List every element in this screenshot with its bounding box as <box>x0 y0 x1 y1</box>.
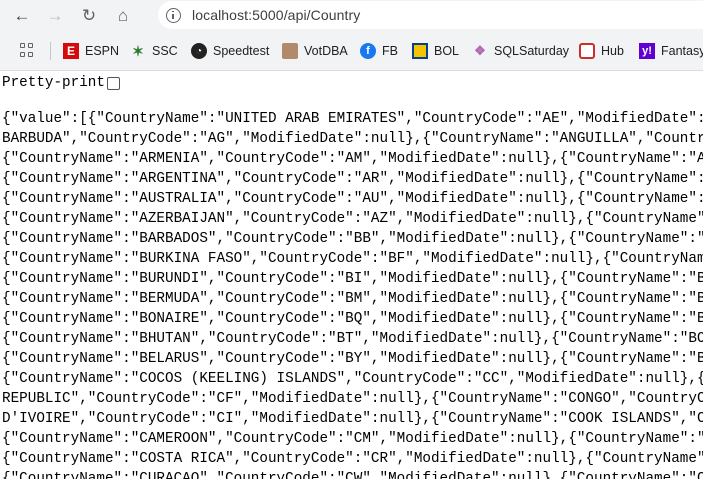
back-arrow-icon[interactable]: ← <box>6 0 38 31</box>
votdba-icon <box>282 43 298 59</box>
bookmark-label: BOL <box>434 44 460 58</box>
json-text-line: {"CountryName":"AZERBAIJAN","CountryCode… <box>2 211 703 227</box>
ssc-icon: ✶ <box>132 42 144 59</box>
bookmark-fantasy[interactable]: y! Fantasy <box>639 40 703 62</box>
json-text-line: BARBUDA","CountryCode":"AG","ModifiedDat… <box>2 131 703 147</box>
bookmark-label: Hub <box>601 44 624 58</box>
json-text-line: {"CountryName":"BERMUDA","CountryCode":"… <box>2 291 703 307</box>
url-text[interactable]: localhost:5000/api/Country <box>192 7 360 23</box>
forward-arrow-icon[interactable]: → <box>38 0 72 31</box>
json-text-line: {"CountryName":"CURACAO","CountryCode":"… <box>2 471 703 479</box>
json-text-line: {"CountryName":"BURUNDI","CountryCode":"… <box>2 271 703 287</box>
json-text-line: {"CountryName":"BELARUS","CountryCode":"… <box>2 351 703 367</box>
json-text-line: {"value":[{"CountryName":"UNITED ARAB EM… <box>2 111 703 127</box>
bookmarks-bar: E ESPN ✶ SSC ◔ Speedtest VotDBA f FB BOL… <box>0 31 703 71</box>
json-text-line: {"CountryName":"COCOS (KEELING) ISLANDS"… <box>2 371 703 387</box>
json-text-line: REPUBLIC","CountryCode":"CF","ModifiedDa… <box>2 391 703 407</box>
json-text-line: D'IVOIRE","CountryCode":"CI","ModifiedDa… <box>2 411 703 427</box>
json-text-line: {"CountryName":"CAMEROON","CountryCode":… <box>2 431 703 447</box>
pretty-print-checkbox[interactable] <box>106 76 120 90</box>
bol-icon <box>412 43 428 59</box>
espn-icon: E <box>63 43 79 59</box>
bookmark-label: ESPN <box>85 44 120 58</box>
json-text-line: {"CountryName":"COSTA RICA","CountryCode… <box>2 451 703 467</box>
hub-icon <box>579 43 595 59</box>
yahoo-fantasy-icon: y! <box>639 43 655 59</box>
json-text-line: {"CountryName":"ARMENIA","CountryCode":"… <box>2 151 703 167</box>
bookmark-bol[interactable]: BOL <box>412 40 459 62</box>
speedtest-icon: ◔ <box>191 43 207 59</box>
bookmark-label: Speedtest <box>213 44 270 58</box>
bookmark-label: Fantasy <box>661 44 703 58</box>
json-text-line: {"CountryName":"BONAIRE","CountryCode":"… <box>2 311 703 327</box>
json-text-line: {"CountryName":"AUSTRALIA","CountryCode"… <box>2 191 703 207</box>
browser-window: ← → ↻ ⌂ localhost:5000/api/Country E ESP… <box>0 0 703 479</box>
home-icon[interactable]: ⌂ <box>106 0 140 31</box>
reload-icon[interactable]: ↻ <box>72 0 106 31</box>
json-text-line: {"CountryName":"BHUTAN","CountryCode":"B… <box>2 331 703 347</box>
pretty-print-control: Pretty-print <box>2 74 120 92</box>
json-text-line: {"CountryName":"ARGENTINA","CountryCode"… <box>2 171 703 187</box>
browser-toolbar: ← → ↻ ⌂ localhost:5000/api/Country <box>0 0 703 31</box>
bookmarks-divider <box>50 42 51 60</box>
bookmark-espn[interactable]: E ESPN <box>63 40 119 62</box>
bookmark-speedtest[interactable]: ◔ Speedtest <box>191 40 269 62</box>
page-content: Pretty-print {"value":[{"CountryName":"U… <box>0 72 703 479</box>
bookmark-label: FB <box>382 44 398 58</box>
bookmark-label: VotDBA <box>304 44 348 58</box>
sqlsaturday-icon: ❖ <box>474 43 486 58</box>
site-info-icon[interactable] <box>166 7 181 23</box>
bookmark-ssc[interactable]: ✶ SSC <box>130 40 178 62</box>
bookmark-hub[interactable]: Hub <box>579 40 624 62</box>
bookmark-sqlsaturday[interactable]: ❖ SQLSaturday <box>472 40 569 62</box>
json-text-line: {"CountryName":"BURKINA FASO","CountryCo… <box>2 251 703 267</box>
bookmark-label: SSC <box>152 44 178 58</box>
bookmark-label: SQLSaturday <box>494 44 570 58</box>
json-response-body: {"value":[{"CountryName":"UNITED ARAB EM… <box>2 109 703 479</box>
facebook-icon: f <box>360 43 376 59</box>
bookmark-fb[interactable]: f FB <box>360 40 398 62</box>
bookmark-votdba[interactable]: VotDBA <box>282 40 348 62</box>
pretty-print-label: Pretty-print <box>2 75 105 91</box>
address-bar[interactable]: localhost:5000/api/Country <box>158 1 703 29</box>
json-text-line: {"CountryName":"BARBADOS","CountryCode":… <box>2 231 703 247</box>
apps-grid-icon[interactable] <box>20 43 34 57</box>
